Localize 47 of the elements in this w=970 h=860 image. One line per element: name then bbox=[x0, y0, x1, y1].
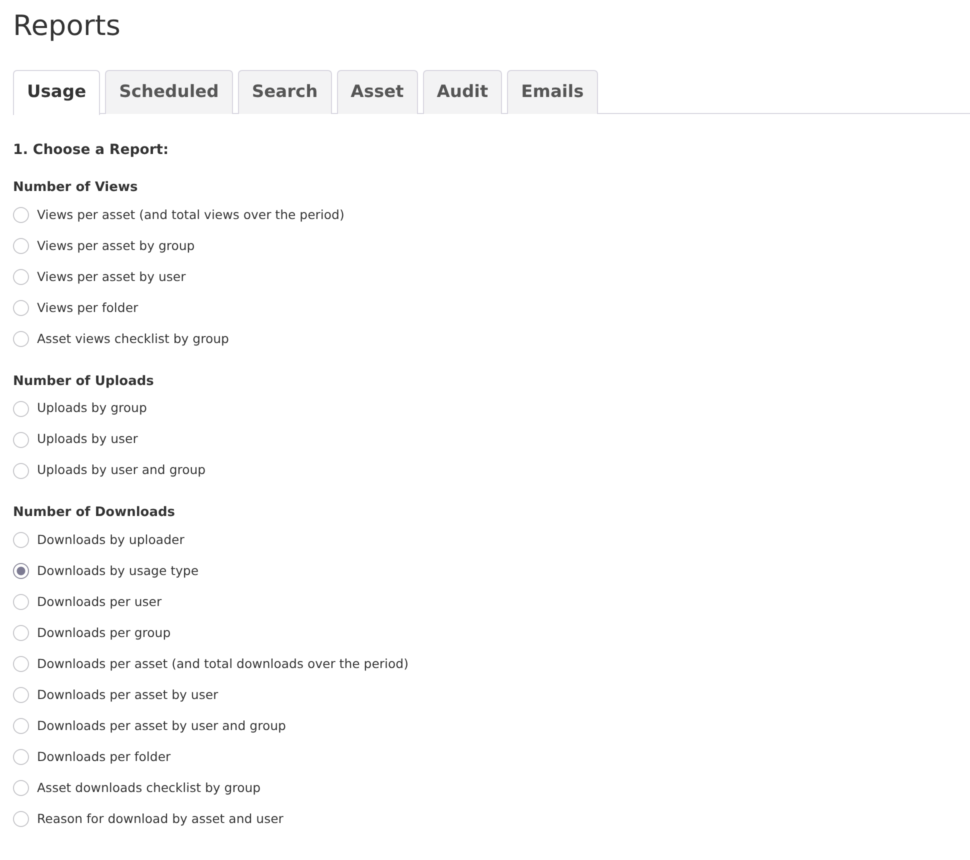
radio-button[interactable] bbox=[13, 563, 29, 579]
radio-button[interactable] bbox=[13, 532, 29, 548]
option-label[interactable]: Uploads by user and group bbox=[37, 461, 206, 480]
tab[interactable]: Usage bbox=[13, 70, 100, 115]
option-label[interactable]: Uploads by group bbox=[37, 399, 147, 418]
option-label[interactable]: Uploads by user bbox=[37, 430, 138, 449]
option-label[interactable]: Downloads per asset by user bbox=[37, 686, 218, 704]
radio-button[interactable] bbox=[13, 269, 29, 285]
option-label[interactable]: Asset views checklist by group bbox=[37, 330, 229, 348]
option-label[interactable]: Views per asset (and total views over the period) bbox=[37, 206, 344, 224]
radio-button[interactable] bbox=[13, 625, 29, 641]
group-heading: Number of Uploads bbox=[13, 372, 155, 390]
radio-button[interactable] bbox=[13, 594, 29, 610]
option-label[interactable]: Downloads by uploader bbox=[37, 530, 184, 550]
option-label[interactable]: Views per asset by group bbox=[37, 236, 195, 256]
radio-button[interactable] bbox=[13, 656, 29, 672]
tab[interactable]: Audit bbox=[422, 70, 502, 114]
option-label[interactable]: Views per asset by user bbox=[37, 268, 186, 286]
radio-button[interactable] bbox=[13, 331, 29, 347]
option-label[interactable]: Downloads per asset by user and group bbox=[37, 716, 286, 736]
radio-button[interactable] bbox=[13, 432, 29, 448]
option-label[interactable]: Asset downloads checklist by group bbox=[37, 778, 261, 798]
step-heading: 1. Choose a Report: bbox=[13, 141, 170, 160]
option-label[interactable]: Downloads per group bbox=[37, 624, 171, 642]
page-title: Reports bbox=[13, 8, 122, 44]
option-label[interactable]: Downloads per asset (and total downloads over the period) bbox=[37, 654, 408, 674]
tab[interactable]: Asset bbox=[336, 70, 418, 114]
option-label[interactable]: Views per folder bbox=[37, 298, 138, 318]
radio-button[interactable] bbox=[13, 780, 29, 796]
option-label[interactable]: Downloads per folder bbox=[37, 748, 171, 766]
radio-button[interactable] bbox=[13, 718, 29, 734]
tab[interactable]: Scheduled bbox=[105, 70, 233, 114]
option-label[interactable]: Downloads per user bbox=[37, 592, 162, 612]
radio-button[interactable] bbox=[13, 238, 29, 254]
option-label[interactable]: Downloads by usage type bbox=[37, 562, 199, 580]
tab[interactable]: Search bbox=[238, 70, 332, 114]
radio-button[interactable] bbox=[13, 400, 29, 416]
radio-button[interactable] bbox=[13, 462, 29, 478]
radio-button[interactable] bbox=[13, 207, 29, 223]
radio-button[interactable] bbox=[13, 300, 29, 316]
group-heading: Number of Downloads bbox=[13, 504, 176, 522]
group-heading: Number of Views bbox=[13, 179, 139, 197]
radio-button[interactable] bbox=[13, 749, 29, 765]
radio-button[interactable] bbox=[13, 811, 29, 827]
tab[interactable]: Emails bbox=[507, 70, 598, 114]
option-label[interactable]: Reason for download by asset and user bbox=[37, 810, 284, 828]
radio-button[interactable] bbox=[13, 687, 29, 703]
